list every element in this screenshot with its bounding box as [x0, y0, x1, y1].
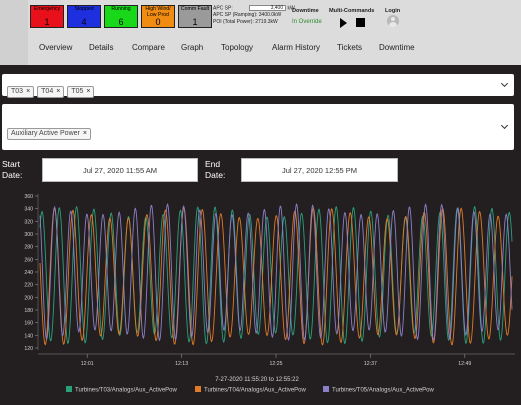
apc-panel: APC SP: 3,400 kW APC SP (Ramping): 3400.… — [213, 5, 295, 26]
apc-ramping-text: APC SP (Ramping): 3400.0kW — [213, 12, 282, 19]
status-tile-emergency[interactable]: Emergency 1 — [30, 5, 64, 28]
legend-label: Turbines/T03/Analogs/Aux_ActivePow — [75, 388, 177, 394]
poi-total-power-text: POI (Total Power): 2719.3kW — [213, 19, 278, 26]
series-line-3 — [39, 203, 513, 342]
chevron-down-icon[interactable] — [500, 79, 509, 88]
x-tick-label: 12:49 — [458, 361, 471, 367]
nav-item-topology[interactable]: Topology — [221, 43, 253, 52]
end-date-input[interactable]: Jul 27, 2020 12:55 PM — [241, 158, 398, 182]
turbine-tag: T05 × — [67, 86, 95, 98]
header-left-strip — [0, 0, 28, 65]
nav-item-overview[interactable]: Overview — [39, 43, 72, 52]
downtime-status: Downtime In Override — [292, 8, 322, 25]
stop-icon[interactable] — [356, 18, 365, 27]
status-tile-stopped[interactable]: Stopped 4 — [67, 5, 101, 28]
status-tile-count: 6 — [118, 17, 124, 27]
y-tick-label: 340 — [24, 207, 33, 213]
x-range-label: 7-27-2020 11:55:20 to 12:55:22 — [215, 377, 299, 383]
status-tile-count: 4 — [81, 17, 87, 27]
legend-label: Turbines/T04/Analogs/Aux_ActivePow — [204, 388, 306, 394]
status-tile-label: Stopped — [74, 6, 94, 12]
y-tick-label: 220 — [24, 283, 33, 289]
status-tile-high-wind-low-prod[interactable]: High Wind/ Low Prod 0 — [141, 5, 175, 28]
turbine-tag-label: T04 — [41, 88, 54, 95]
turbine-tag: T04 × — [37, 86, 65, 98]
start-date-input[interactable]: Jul 27, 2020 11:55 AM — [42, 158, 198, 182]
x-tick-label: 12:25 — [270, 361, 283, 367]
turbine-multiselect[interactable]: T03 × T04 × T05 × — [2, 74, 514, 98]
y-tick-label: 200 — [24, 295, 33, 301]
plot-lines — [39, 203, 513, 346]
status-tile-label: Comm Fault — [180, 6, 210, 12]
remove-tag-icon[interactable]: × — [86, 88, 90, 95]
y-tick-label: 180 — [24, 308, 33, 314]
legend-swatch — [195, 386, 201, 392]
turbine-tag-label: T03 — [11, 88, 24, 95]
y-tick-label: 120 — [24, 346, 33, 352]
legend-label: Turbines/T05/Analogs/Aux_ActivePow — [332, 388, 434, 394]
status-tile-label: Running — [111, 6, 131, 12]
start-date-label: Start Date: — [2, 159, 23, 180]
measurement-tag: Auxiliary Active Power × — [7, 128, 91, 140]
legend-swatch — [323, 386, 329, 392]
measurement-tag-list: Auxiliary Active Power × — [7, 122, 94, 140]
x-tick-label: 12:13 — [175, 361, 188, 367]
turbine-tag-label: T05 — [71, 88, 84, 95]
x-tick-label: 12:37 — [364, 361, 377, 367]
user-avatar-icon[interactable] — [387, 15, 399, 27]
override-status: In Override — [292, 19, 322, 25]
x-tick-label: 12:01 — [81, 361, 94, 367]
end-date-label: End Date: — [205, 159, 226, 180]
status-tile-label: Emergency — [33, 6, 61, 12]
downtime-title: Downtime — [292, 8, 319, 14]
legend-item: Turbines/T04/Analogs/Aux_ActivePow — [195, 386, 306, 394]
nav-item-alarm-history[interactable]: Alarm History — [272, 43, 320, 52]
y-tick-label: 160 — [24, 321, 33, 327]
remove-tag-icon[interactable]: × — [26, 88, 30, 95]
nav-item-details[interactable]: Details — [89, 43, 113, 52]
apc-sp-input[interactable]: 3,400 — [249, 5, 287, 11]
turbine-tag-list: T03 × T04 × T05 × — [7, 80, 97, 98]
status-tile-running[interactable]: Running 6 — [104, 5, 138, 28]
apc-sp-label: APC SP: — [213, 5, 233, 12]
measurement-multiselect[interactable]: Auxiliary Active Power × — [2, 104, 514, 150]
status-tile-count: 1 — [192, 17, 198, 27]
nav-item-downtime[interactable]: Downtime — [379, 43, 415, 52]
y-tick-label: 300 — [24, 232, 33, 238]
status-tile-count: 1 — [44, 17, 50, 27]
aux-active-power-chart: 120140160180200220240260280300320340360 … — [24, 194, 515, 394]
nav-item-tickets[interactable]: Tickets — [337, 43, 362, 52]
status-tile-count: 0 — [155, 17, 161, 27]
legend-item: Turbines/T05/Analogs/Aux_ActivePow — [323, 386, 434, 394]
login-label[interactable]: Login — [385, 8, 400, 14]
y-axis: 120 140 160 180 200 220 240 260 280 300 320 340 360 — [24, 194, 39, 352]
y-tick-label: 360 — [24, 194, 33, 200]
remove-tag-icon[interactable]: × — [83, 130, 87, 137]
chevron-down-icon[interactable] — [500, 121, 509, 130]
y-tick-label: 240 — [24, 270, 33, 276]
play-icon[interactable] — [340, 18, 347, 28]
nav-item-compare[interactable]: Compare — [132, 43, 165, 52]
chart-legend: Turbines/T03/Analogs/Aux_ActivePow Turbin… — [66, 386, 434, 394]
remove-tag-icon[interactable]: × — [56, 88, 60, 95]
y-tick-label: 260 — [24, 257, 33, 263]
y-tick-label: 320 — [24, 219, 33, 225]
measurement-tag-label: Auxiliary Active Power — [11, 130, 80, 137]
x-axis: 12:01 12:13 12:25 12:37 12:49 7-27-2020 11:55… — [38, 353, 515, 383]
nav-item-graph[interactable]: Graph — [181, 43, 203, 52]
y-tick-label: 140 — [24, 333, 33, 339]
multi-commands-title: Multi-Commands — [329, 8, 375, 14]
status-tile-comm-fault[interactable]: Comm Fault 1 — [178, 5, 212, 28]
turbine-tag: T03 × — [7, 86, 35, 98]
multi-commands: Multi-Commands — [329, 8, 374, 14]
legend-swatch — [66, 386, 72, 392]
legend-item: Turbines/T03/Analogs/Aux_ActivePow — [66, 386, 177, 394]
y-tick-label: 280 — [24, 245, 33, 251]
